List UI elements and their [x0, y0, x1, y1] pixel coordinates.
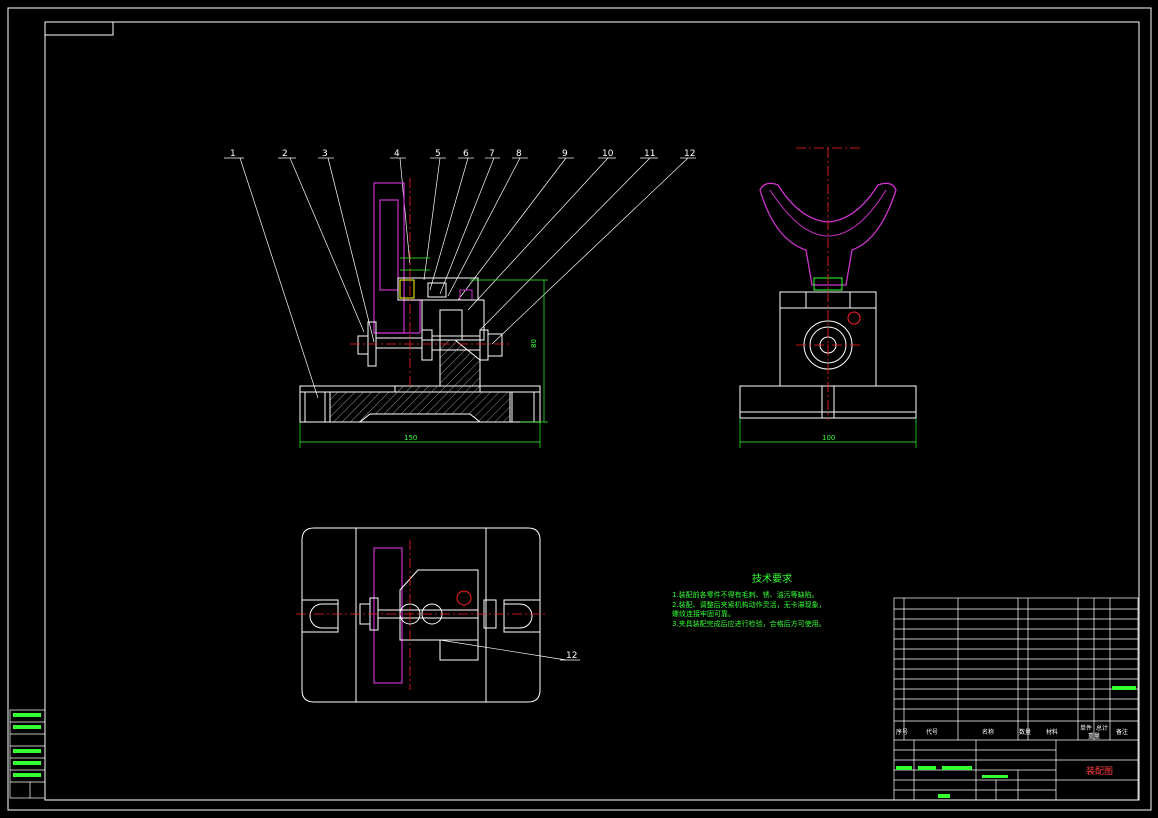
binding-strip — [9, 709, 46, 799]
balloon-1: 1 — [230, 149, 236, 159]
hdr-remark: 备注 — [1116, 728, 1128, 736]
hdr-single: 单件 — [1080, 724, 1092, 732]
hdr-name: 名称 — [982, 728, 994, 736]
balloon-3: 3 — [322, 149, 328, 159]
top-centerlines — [296, 540, 546, 690]
top-clamp — [359, 569, 497, 661]
top-view: 12 — [296, 527, 580, 703]
balloon-9: 9 — [562, 149, 568, 159]
drawing-canvas: 1 2 3 4 5 6 7 8 9 10 11 12 150 80 100 12… — [7, 7, 1152, 811]
drawing-title: 装配图 — [1086, 765, 1113, 777]
fixture-body-section — [329, 339, 511, 423]
hdr-code: 代号 — [926, 728, 938, 736]
hdr-seq: 序号 — [896, 728, 908, 736]
clamp-block — [397, 277, 485, 341]
balloon-10: 10 — [602, 149, 614, 159]
tech-req-title: 技术要求 — [752, 572, 792, 585]
side-centerlines — [796, 147, 860, 420]
top-slots — [301, 528, 541, 702]
technical-requirements: 技术要求 1.装配前各零件不得有毛刺、锈、油污等缺陷。 2.装配、调整后夹紧机构… — [672, 572, 826, 628]
tech-req-item-3: 螺纹连接牢固可靠。 — [672, 609, 735, 618]
hdr-material: 材料 — [1046, 728, 1058, 736]
parts-list-fills — [896, 686, 1136, 798]
front-view: 1 2 3 4 5 6 7 8 9 10 11 12 150 80 — [224, 149, 696, 448]
side-width-dim: 100 — [822, 434, 835, 442]
tech-req-item-1: 1.装配前各零件不得有毛刺、锈、油污等缺陷。 — [672, 590, 819, 599]
balloon-12: 12 — [684, 149, 695, 159]
side-dimensions — [739, 418, 917, 448]
tech-req-item-2: 2.装配、调整后夹紧机构动作灵活，无卡滞现象， — [672, 600, 826, 609]
balloon-6: 6 — [463, 149, 469, 159]
front-height-dim: 80 — [530, 339, 538, 348]
hdr-qty: 数量 — [1019, 728, 1031, 736]
drawing-number-box — [44, 21, 114, 36]
balloon-5: 5 — [435, 149, 441, 159]
side-view: 100 — [739, 147, 917, 448]
balloon-4: 4 — [394, 149, 400, 159]
balloon-7: 7 — [489, 149, 495, 159]
inner-border — [44, 21, 1140, 801]
hdr-weight: 重量 — [1088, 732, 1100, 740]
balloon-2: 2 — [282, 149, 288, 159]
tech-req-item-4: 3.夹具装配完成后应进行检验，合格后方可使用。 — [672, 619, 826, 628]
balloon-labels: 1 2 3 4 5 6 7 8 9 10 11 12 — [230, 149, 695, 159]
parts-list-header: 序号 代号 名称 数量 材料 单件 总计 重量 备注 — [896, 724, 1128, 740]
balloon-8: 8 — [516, 149, 522, 159]
balloon-11: 11 — [644, 149, 655, 159]
top-section-label: 12 — [566, 651, 577, 661]
front-width-dim: 150 — [404, 434, 417, 442]
hdr-total: 总计 — [1096, 724, 1108, 732]
outer-border — [7, 7, 1152, 811]
